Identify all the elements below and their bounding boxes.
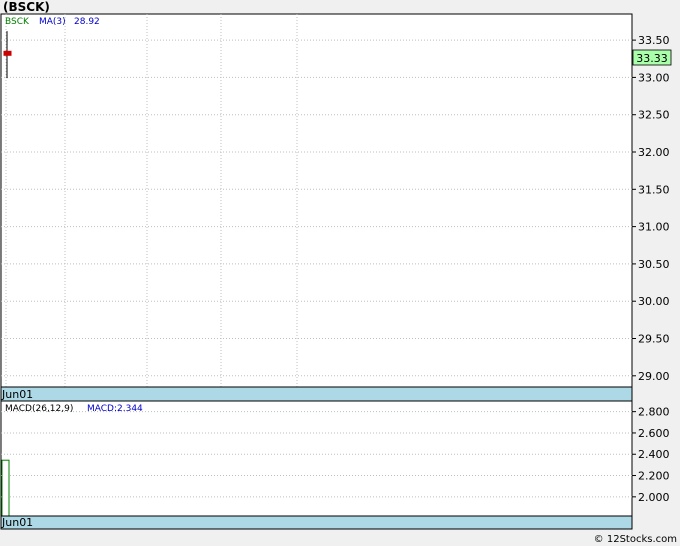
footer-credit: © 12Stocks.com <box>594 534 677 545</box>
price-date-label: Jun01 <box>1 388 33 401</box>
price-tick-label: 29.50 <box>638 333 670 346</box>
chart-canvas: (BSCK) 33.50 33.00 32.50 32.00 31.50 31.00 30.… <box>0 0 677 545</box>
price-axis: 33.50 33.00 32.50 32.00 31.50 31.00 30.50 30.00… <box>632 34 670 383</box>
macd-tick-label: 2.200 <box>638 470 670 483</box>
price-date-bar <box>0 386 633 402</box>
macd-tick-label: 2.400 <box>638 448 670 461</box>
macd-bar <box>1 459 10 517</box>
macd-date-label: Jun01 <box>1 516 33 529</box>
macd-panel: 2.8002.6002.4002.2002.000 MACD(26,12,9) … <box>0 400 670 530</box>
ma-legend: MA(3) <box>39 17 66 27</box>
price-panel: 33.50 33.00 32.50 32.00 31.50 31.00 30.50 30.00… <box>0 13 672 402</box>
last-price-label: 33.33 <box>636 52 668 65</box>
price-tick-label: 30.50 <box>638 258 670 271</box>
macd-date-bar <box>0 515 633 530</box>
macd-value: MACD:2.344 <box>87 404 143 414</box>
price-candle-body <box>3 50 12 56</box>
ma-value: 28.92 <box>74 17 100 27</box>
price-tick-label: 31.00 <box>638 221 670 234</box>
price-tick-label: 30.00 <box>638 295 670 308</box>
price-tick-label: 33.00 <box>638 71 670 84</box>
macd-bars <box>1 459 10 517</box>
chart-title: (BSCK) <box>3 0 50 14</box>
macd-tick-label: 2.000 <box>638 491 670 504</box>
price-tick-label: 29.00 <box>638 370 670 383</box>
price-tick-label: 32.00 <box>638 146 670 159</box>
price-tick-label: 33.50 <box>638 34 670 47</box>
symbol-legend: BSCK <box>5 17 30 27</box>
price-tick-label: 31.50 <box>638 183 670 196</box>
macd-axis: 2.800 2.600 2.400 2.200 2.000 <box>632 406 670 504</box>
macd-tick-label: 2.600 <box>638 427 670 440</box>
macd-tick-label: 2.800 <box>638 406 670 419</box>
macd-legend: MACD(26,12,9) <box>5 404 73 414</box>
price-tick-label: 32.50 <box>638 109 670 122</box>
last-price-tag: 33.33 <box>632 49 672 66</box>
